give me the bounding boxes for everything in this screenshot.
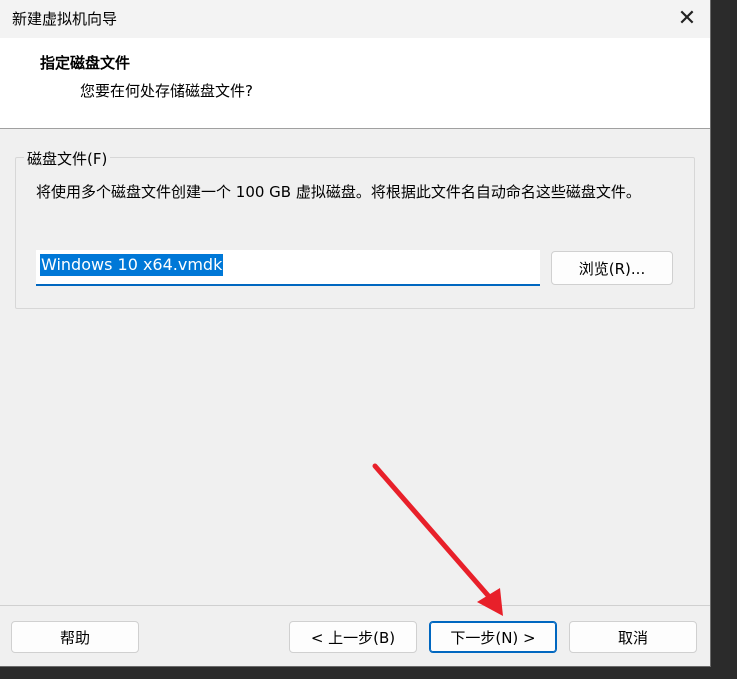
new-vm-wizard-dialog: 新建虚拟机向导 ✕ 指定磁盘文件 您要在何处存储磁盘文件? 磁盘文件(F) 将使… [0,0,711,667]
browse-button[interactable]: 浏览(R)... [551,251,673,285]
disk-file-group: 磁盘文件(F) 将使用多个磁盘文件创建一个 100 GB 虚拟磁盘。将根据此文件… [15,148,695,309]
disk-file-description: 将使用多个磁盘文件创建一个 100 GB 虚拟磁盘。将根据此文件名自动命名这些磁… [36,183,641,201]
help-button[interactable]: 帮助 [11,621,139,653]
window-title: 新建虚拟机向导 [12,10,118,28]
back-button[interactable]: < 上一步(B) [289,621,417,653]
next-button[interactable]: 下一步(N) > [429,621,557,653]
title-bar: 新建虚拟机向导 ✕ [0,0,710,38]
disk-file-legend: 磁盘文件(F) [24,148,111,169]
page-title: 指定磁盘文件 [40,54,131,72]
footer-divider [0,605,710,606]
wizard-header: 指定磁盘文件 您要在何处存储磁盘文件? [0,38,710,129]
close-icon[interactable]: ✕ [664,0,710,36]
disk-file-input[interactable]: Windows 10 x64.vmdk [36,250,540,286]
disk-file-value: Windows 10 x64.vmdk [40,254,224,276]
cancel-button[interactable]: 取消 [569,621,697,653]
page-subtitle: 您要在何处存储磁盘文件? [80,82,253,100]
